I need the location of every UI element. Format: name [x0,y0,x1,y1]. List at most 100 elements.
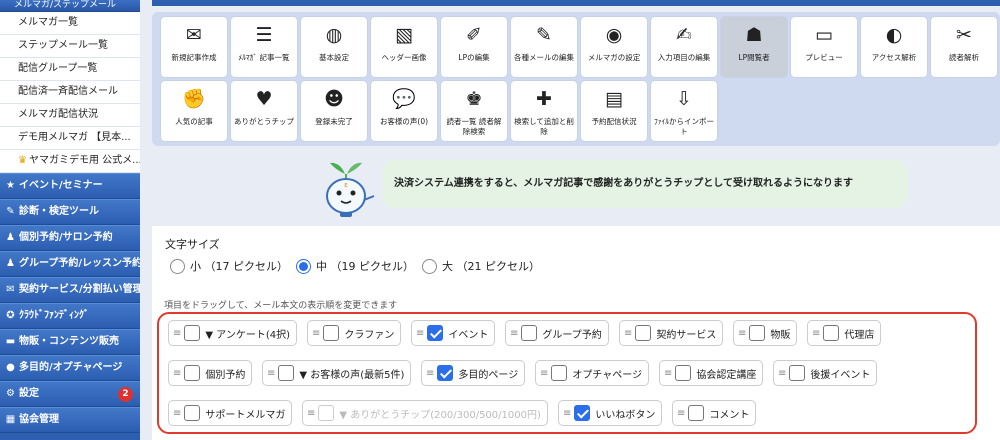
item-checkbox[interactable] [184,325,201,341]
sidebar-subitem[interactable]: 配信グループ一覧 [0,58,140,81]
tool-tile-label: ヘッダー画像 [381,53,427,62]
drag-handle-icon[interactable]: ≡ [778,368,786,379]
tool-tile[interactable]: ✐ LPの編集 [440,16,508,78]
drag-handle-icon[interactable]: ≡ [738,328,746,339]
sidebar-item[interactable]: ● 多目的/オプチャページ [0,355,140,381]
item-checkbox[interactable] [823,325,840,341]
radio-button[interactable] [170,258,185,274]
radio-button[interactable] [296,258,311,274]
item-checkbox[interactable] [749,325,766,341]
drag-handle-icon[interactable]: ≡ [267,368,275,379]
drag-handle-icon[interactable]: ≡ [812,328,820,339]
drag-handle-icon[interactable]: ≡ [173,368,181,379]
tool-tile[interactable]: ▭ プレビュー [790,16,858,78]
sortable-item[interactable]: ≡ オプチャページ [535,360,650,386]
item-checkbox[interactable] [323,325,340,341]
sortable-item[interactable]: ≡ 契約サービス [619,320,724,346]
tool-tile[interactable]: ◍ 基本設定 [300,16,368,78]
tool-tile[interactable]: ✉ 新規記事作成 [160,16,228,78]
font-size-option[interactable]: 大 （21 ピクセル） [422,258,540,274]
item-checkbox[interactable] [688,405,705,421]
drag-handle-icon[interactable]: ≡ [173,328,181,339]
sortable-item[interactable]: ≡ グループ予約 [505,320,609,346]
sidebar-item[interactable]: ▦ 協会管理 [0,407,140,433]
tool-tile[interactable]: ☻ 登録未完了 [300,80,368,142]
drag-handle-icon[interactable]: ≡ [540,368,548,379]
drag-handle-icon[interactable]: ≡ [664,368,672,379]
sidebar-subitem[interactable]: ♛ ヤマガミデモ用 公式メ... [0,150,140,173]
item-checkbox[interactable] [635,325,652,341]
sidebar-subitem[interactable]: ステップメール一覧 [0,35,140,58]
tool-tile[interactable]: ▤ 予約配信状況 [580,80,648,142]
item-checkbox[interactable] [675,365,692,381]
tool-tile[interactable]: ♥ ありがとうチップ [230,80,298,142]
sidebar-section-mailmag[interactable]: メルマガ/ステップメール [0,0,140,12]
item-checkbox[interactable] [184,365,201,381]
item-label: 協会認定講座 [696,369,757,381]
tool-tile[interactable]: ✚ 検索して追加と削除 [510,80,578,142]
tool-tile[interactable]: ✊ 人気の記事 [160,80,228,142]
drag-handle-icon[interactable]: ≡ [312,328,320,339]
tool-tile[interactable]: ✍ 入力項目の編集 [650,16,718,78]
tool-tile[interactable]: ✎ 各種メールの編集 [510,16,578,78]
tool-tile[interactable]: ♚ 読者一覧 読者解除検索 [440,80,508,142]
tool-tile[interactable]: 💬 お客様の声(0) [370,80,438,142]
sidebar-item[interactable]: ✪ ｸﾗｳﾄﾞﾌｧﾝﾃﾞｨﾝｸﾞ [0,303,140,329]
sortable-item[interactable]: ≡ コメント [672,400,757,426]
drag-handle-icon[interactable]: ≡ [624,328,632,339]
item-checkbox[interactable] [437,365,454,381]
item-checkbox[interactable] [278,365,295,381]
sortable-item[interactable]: ≡ ▼ アンケート(4択) [168,320,298,346]
item-checkbox[interactable] [551,365,568,381]
sidebar-subitem[interactable]: メルマガ配信状況 [0,104,140,127]
sortable-item[interactable]: ≡ 協会認定講座 [659,360,764,386]
font-size-option[interactable]: 小 （17 ピクセル） [170,258,288,274]
drag-handle-icon[interactable]: ≡ [563,408,571,419]
sortable-item[interactable]: ≡ ▼ お客様の声(最新5件) [262,360,412,386]
sidebar-subitem[interactable]: メルマガ一覧 [0,12,140,35]
sidebar-subitem[interactable]: デモ用メルマガ 【見本... [0,127,140,150]
sidebar-item[interactable]: ⚙ 設定 2 [0,381,140,407]
item-checkbox[interactable] [184,405,201,421]
tool-tile[interactable]: ☰ ﾒﾙﾏｶﾞ 記事一覧 [230,16,298,78]
sidebar-item[interactable]: ▬ 物販・コンテンツ販売 [0,329,140,355]
drag-handle-icon[interactable]: ≡ [416,328,424,339]
drag-handle-icon[interactable]: ≡ [426,368,434,379]
sortable-item[interactable]: ≡ 代理店 [807,320,882,346]
item-checkbox[interactable] [574,405,591,421]
tool-tile[interactable]: ▧ ヘッダー画像 [370,16,438,78]
item-checkbox[interactable] [427,325,444,341]
sortable-item[interactable]: ≡ サポートメルマガ [168,400,293,426]
sortable-item[interactable]: ≡ 後援イベント [773,360,878,386]
sidebar-item[interactable]: ✉ 契約サービス/分割払い管理 [0,277,140,303]
sortable-item[interactable]: ≡ イベント [411,320,496,346]
tool-tile[interactable]: ☗ LP閲覧者 [720,16,788,78]
radio-button[interactable] [422,258,437,274]
item-label: サポートメルマガ [205,409,286,421]
drag-handle-icon[interactable]: ≡ [173,408,181,419]
sortable-item[interactable]: ≡ 多目的ページ [421,360,526,386]
sidebar-subitem[interactable]: 配信済一斉配信メール [0,81,140,104]
sidebar-item[interactable]: ♟ グループ予約/レッスン予約 [0,251,140,277]
item-checkbox[interactable] [521,325,538,341]
tool-tile[interactable]: ✂ 読者解析 [930,16,998,78]
sortable-item[interactable]: ≡ 物販 [733,320,798,346]
drag-handle-icon[interactable]: ≡ [677,408,685,419]
sidebar-item[interactable]: ♟ 個別予約/サロン予約 [0,225,140,251]
drag-handle-icon[interactable]: ≡ [307,408,315,419]
sortable-item[interactable]: ≡ いいねボタン [558,400,663,426]
sortable-item[interactable]: ≡ ▼ ありがとうチップ(200/300/500/1000円) [302,400,548,426]
sidebar-item[interactable]: ★ イベント/セミナー [0,173,140,199]
sortable-item[interactable]: ≡ 個別予約 [168,360,253,386]
font-size-options: 小 （17 ピクセル） 中 （19 ピクセル） 大 （21 ピクセル） [170,257,548,275]
sidebar-item[interactable]: ✎ 診断・検定ツール [0,199,140,225]
tool-tile[interactable]: ◉ メルマガの設定 [580,16,648,78]
tool-tile[interactable]: ◐ アクセス解析 [860,16,928,78]
sidebar-item-label: 多目的/オプチャページ [19,362,123,373]
sortable-item[interactable]: ≡ クラファン [307,320,402,346]
font-size-option[interactable]: 中 （19 ピクセル） [296,258,414,274]
sidebar-item-label: 個別予約/サロン予約 [19,232,113,243]
tool-tile[interactable]: ⇩ ﾌｧｲﾙからインポート [650,80,718,142]
item-checkbox[interactable] [789,365,806,381]
drag-handle-icon[interactable]: ≡ [510,328,518,339]
